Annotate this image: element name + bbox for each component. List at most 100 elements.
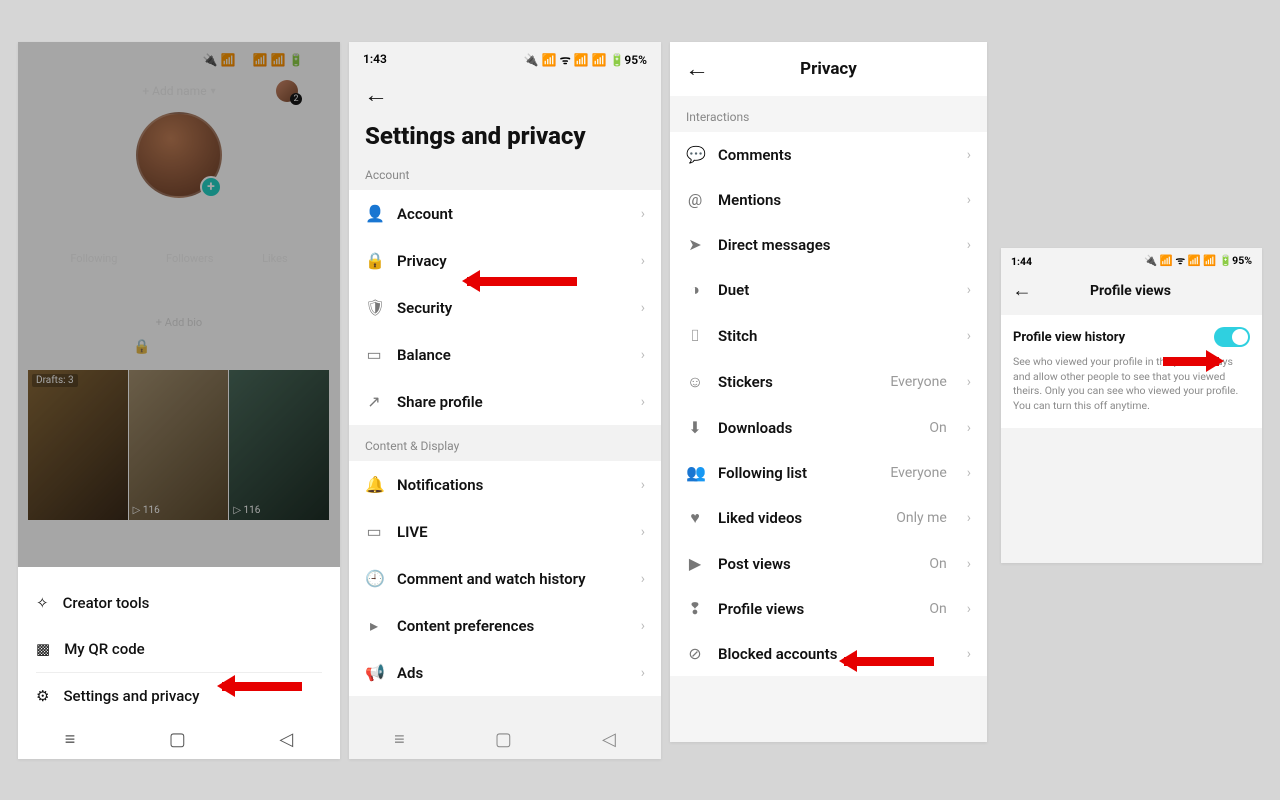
chevron-right-icon: › [641,477,645,493]
item-profile-views[interactable]: ❢Profile viewsOn› [670,586,987,631]
play-icon: ▶ [686,554,704,573]
annotation-arrow [222,682,302,691]
chevron-right-icon: › [641,665,645,681]
stat-following[interactable]: 7Following [70,234,117,265]
item-security[interactable]: 🛡Security› [349,284,661,331]
chevron-right-icon: › [967,328,971,344]
video-thumb[interactable]: ▷ 116 [229,370,329,520]
item-comment-history[interactable]: 🕘Comment and watch history› [349,555,661,602]
sheet-creator-tools[interactable]: ✧ Creator tools [18,580,340,626]
add-avatar-icon[interactable]: + [200,176,222,198]
nav-recent-icon[interactable]: ≡ [65,729,76,750]
section-interactions: Interactions [670,96,987,132]
status-indicators: 🔌 📶 ᯤ 📶 📶 🔋95% [524,51,647,68]
nav-home-icon[interactable]: ▢ [169,729,186,750]
item-comments[interactable]: 💬Comments› [670,132,987,177]
stat-likes[interactable]: 59Likes [262,234,288,265]
bottom-sheet: ✧ Creator tools ▩ My QR code ⚙ Settings … [18,570,340,759]
nav-back-icon[interactable]: ◁ [279,729,293,750]
toggle-label: Profile view history [1013,330,1214,345]
sheet-settings-privacy[interactable]: ⚙ Settings and privacy [18,673,340,719]
chevron-down-icon: ▾ [211,86,216,97]
back-icon[interactable]: ← [685,56,709,82]
sticker-icon: ☺ [686,372,704,392]
chevron-right-icon: › [967,374,971,390]
repost-tab-icon[interactable]: 🗘 [212,339,225,363]
block-icon: ⊘ [686,644,704,663]
bell-icon: 🔔 [365,475,383,494]
chevron-right-icon: › [641,206,645,222]
annotation-arrow [467,277,577,286]
item-balance[interactable]: ▭Balance› [349,331,661,378]
add-name-chip[interactable]: + Add name ▾ [132,80,225,102]
item-content-prefs[interactable]: ▸Content preferences› [349,602,661,649]
chevron-right-icon: › [641,347,645,363]
friend-avatar-icon[interactable]: 2 [276,80,298,102]
lock-tab-icon[interactable]: 🔒 [133,339,150,363]
gear-icon: ⚙ [36,687,49,705]
item-direct-messages[interactable]: ➤Direct messages› [670,222,987,267]
duet-icon: ◑ [686,280,704,300]
add-bio-link[interactable]: + Add bio [28,316,330,329]
chevron-right-icon: › [967,465,971,481]
footsteps-icon: ❢ [686,599,704,618]
profile-views-screen: 1:44 🔌 📶 ᯤ 📶 📶 🔋95% ← Profile views Prof… [1001,248,1262,563]
item-mentions[interactable]: @Mentions› [670,177,987,222]
item-post-views[interactable]: ▶Post viewsOn› [670,541,987,586]
item-liked-videos[interactable]: ♥Liked videosOnly me› [670,495,987,541]
profile-tabs: ☷ 🔒 🗘 ♡ [28,339,330,370]
chevron-right-icon: › [967,420,971,436]
profile-view-history-toggle[interactable] [1214,327,1250,347]
plane-icon: ➤ [686,235,704,254]
system-nav: ≡ ▢ ◁ [18,719,340,759]
profile-avatar[interactable]: + [136,112,222,198]
back-icon[interactable]: ← [364,82,388,108]
video-thumb[interactable]: ▷ 116 [129,370,229,520]
comment-icon: 💬 [686,145,704,164]
item-notifications[interactable]: 🔔Notifications› [349,461,661,508]
qr-icon[interactable]: ▩ [221,208,232,222]
annotation-arrow [844,657,934,666]
chevron-right-icon: › [967,601,971,617]
megaphone-icon: 📢 [365,663,383,682]
profile-handle: @tithidas924 ▩ [28,206,330,224]
item-duet[interactable]: ◑Duet› [670,267,987,313]
page-title: Settings and privacy [349,122,661,150]
item-account[interactable]: 👤Account› [349,190,661,237]
lock-icon: 🔒 [365,251,383,270]
status-time: 1:43 [363,52,387,66]
profile-screen: 1:43 🔌 📶 ᯤ 📶 📶 🔋95% + Add name ▾ 2 + [18,42,340,759]
liked-tab-icon[interactable]: ♡ [287,339,300,363]
chevron-right-icon: › [641,300,645,316]
status-time: 1:44 [1011,255,1032,268]
item-stitch[interactable]: ⌷Stitch› [670,313,987,359]
sheet-qr-code[interactable]: ▩ My QR code [18,626,340,672]
add-friends-button[interactable]: Add friends [182,277,282,308]
heart-icon: ♥ [686,508,704,528]
settings-screen: 1:43 🔌 📶 ᯤ 📶 📶 🔋95% ← Settings and priva… [349,42,661,759]
edit-profile-button[interactable]: Edit profile [76,277,172,308]
video-thumb[interactable]: Drafts: 3 [28,370,128,520]
nav-recent-icon[interactable]: ≡ [394,729,405,750]
download-icon: ⬇ [686,418,704,437]
grid-tab-icon[interactable]: ☷ [59,339,72,363]
nav-home-icon[interactable]: ▢ [495,729,512,750]
menu-icon[interactable] [310,85,328,97]
item-share-profile[interactable]: ↗Share profile› [349,378,661,425]
chevron-right-icon: › [641,394,645,410]
stat-followers[interactable]: 12Followers [166,234,213,265]
item-following-list[interactable]: 👥Following listEveryone› [670,450,987,495]
shield-icon: 🛡 [365,298,383,317]
chevron-right-icon: › [967,556,971,572]
at-icon: @ [686,190,704,209]
back-icon[interactable]: ← [1012,280,1032,301]
wand-icon: ✧ [36,594,49,612]
privacy-screen: ← Privacy Interactions 💬Comments› @Menti… [670,42,987,742]
chevron-right-icon: › [641,571,645,587]
item-ads[interactable]: 📢Ads› [349,649,661,696]
item-stickers[interactable]: ☺StickersEveryone› [670,359,987,405]
nav-back-icon[interactable]: ◁ [602,729,616,750]
item-downloads[interactable]: ⬇DownloadsOn› [670,405,987,450]
person-icon: 👤 [365,204,383,223]
item-live[interactable]: ▭LIVE› [349,508,661,555]
